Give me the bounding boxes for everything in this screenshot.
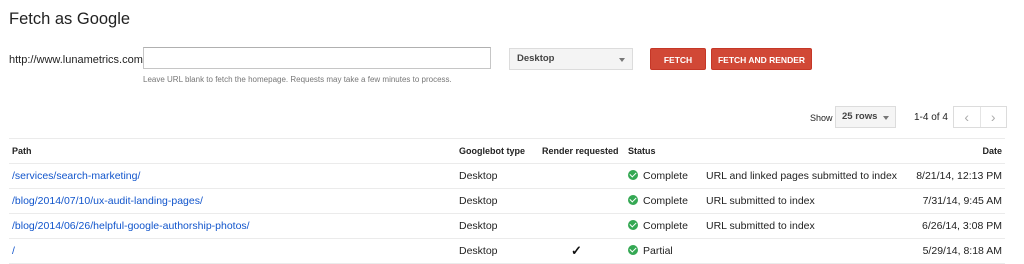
- header-status[interactable]: Status: [628, 146, 656, 156]
- next-page-button[interactable]: ›: [979, 107, 1007, 127]
- row-googlebot-type: Desktop: [459, 170, 498, 182]
- render-requested-check-icon: ✓: [571, 243, 582, 258]
- status-check-icon: [628, 170, 638, 180]
- status-check-icon: [628, 245, 638, 255]
- url-prefix: http://www.lunametrics.com/: [9, 54, 146, 66]
- show-label: Show: [810, 113, 833, 123]
- row-status-label: Complete: [643, 195, 688, 207]
- table-header: Path Googlebot type Render requested Sta…: [9, 138, 1005, 164]
- row-path-link[interactable]: /services/search-marketing/: [12, 170, 140, 182]
- table-row[interactable]: /blog/2014/07/10/ux-audit-landing-pages/…: [9, 188, 1005, 214]
- header-path[interactable]: Path: [12, 146, 32, 156]
- row-path-link[interactable]: /blog/2014/06/26/helpful-google-authorsh…: [12, 220, 250, 232]
- row-status-label: Partial: [643, 245, 673, 257]
- header-googlebot-type[interactable]: Googlebot type: [459, 146, 525, 156]
- status-check-icon: [628, 220, 638, 230]
- fetch-and-render-button[interactable]: FETCH AND RENDER: [711, 48, 812, 70]
- page-title: Fetch as Google: [9, 10, 131, 28]
- pager: ‹ ›: [953, 106, 1007, 128]
- rows-per-page-value: 25 rows: [842, 111, 878, 122]
- row-path-link[interactable]: /: [12, 245, 15, 257]
- fetch-button[interactable]: FETCH: [650, 48, 706, 70]
- chevron-right-icon: ›: [990, 109, 996, 125]
- page-range: 1-4 of 4: [914, 112, 948, 123]
- googlebot-type-select[interactable]: Desktop: [509, 48, 633, 70]
- status-check-icon: [628, 195, 638, 205]
- row-googlebot-type: Desktop: [459, 220, 498, 232]
- row-index-note: URL and linked pages submitted to index: [706, 170, 898, 182]
- row-path-link[interactable]: /blog/2014/07/10/ux-audit-landing-pages/: [12, 195, 203, 207]
- dropdown-arrow-icon: [619, 58, 625, 62]
- row-status: Partial: [628, 245, 673, 257]
- row-status-label: Complete: [643, 220, 688, 232]
- row-status: Complete: [628, 220, 688, 232]
- row-status: Complete: [628, 170, 688, 182]
- dropdown-arrow-icon: [883, 116, 889, 120]
- chevron-left-icon: ‹: [964, 109, 970, 125]
- row-index-note: URL submitted to index: [706, 220, 815, 232]
- table-row[interactable]: / Desktop ✓ Partial 5/29/14, 8:18 AM: [9, 238, 1005, 264]
- table-row[interactable]: /services/search-marketing/Desktop Comple…: [9, 163, 1005, 189]
- header-date[interactable]: Date: [982, 146, 1002, 156]
- rows-per-page-select[interactable]: 25 rows: [835, 106, 896, 128]
- row-index-note: URL submitted to index: [706, 195, 815, 207]
- row-googlebot-type: Desktop: [459, 195, 498, 207]
- row-date: 7/31/14, 9:45 AM: [922, 195, 1002, 207]
- googlebot-type-value: Desktop: [517, 53, 555, 64]
- row-status: Complete: [628, 195, 688, 207]
- row-status-label: Complete: [643, 170, 688, 182]
- prev-page-button[interactable]: ‹: [954, 107, 980, 127]
- url-input[interactable]: [143, 47, 491, 69]
- url-hint: Leave URL blank to fetch the homepage. R…: [143, 75, 452, 84]
- row-date: 8/21/14, 12:13 PM: [916, 170, 1002, 182]
- row-date: 5/29/14, 8:18 AM: [922, 245, 1002, 257]
- row-date: 6/26/14, 3:08 PM: [922, 220, 1002, 232]
- table-row[interactable]: /blog/2014/06/26/helpful-google-authorsh…: [9, 213, 1005, 239]
- header-render-requested[interactable]: Render requested: [542, 146, 619, 156]
- row-googlebot-type: Desktop: [459, 245, 498, 257]
